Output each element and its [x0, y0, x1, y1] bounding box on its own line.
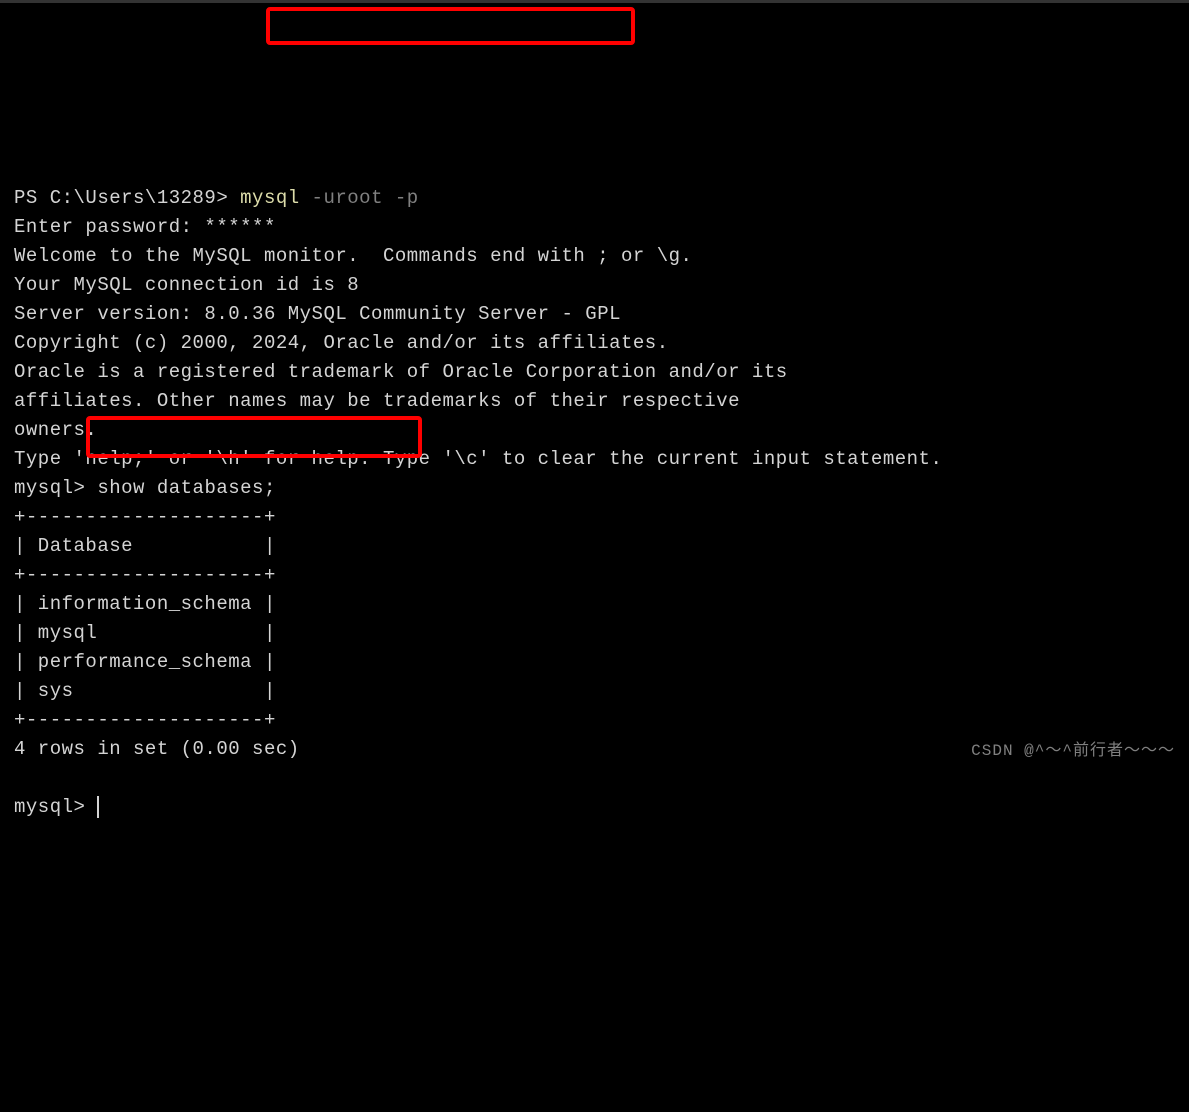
- table-border: +--------------------+: [14, 561, 1175, 590]
- ps-prompt: PS C:\Users\13289>: [14, 187, 240, 209]
- table-row: | sys |: [14, 677, 1175, 706]
- output-line: Oracle is a registered trademark of Orac…: [14, 358, 1175, 387]
- table-row: | performance_schema |: [14, 648, 1175, 677]
- output-line: Welcome to the MySQL monitor. Commands e…: [14, 242, 1175, 271]
- output-line: Server version: 8.0.36 MySQL Community S…: [14, 300, 1175, 329]
- output-line: Enter password: ******: [14, 213, 1175, 242]
- output-line: Your MySQL connection id is 8: [14, 271, 1175, 300]
- mysql-args: -uroot -p: [300, 187, 419, 209]
- mysql-command: mysql: [240, 187, 300, 209]
- table-border: +--------------------+: [14, 503, 1175, 532]
- output-line: affiliates. Other names may be trademark…: [14, 387, 1175, 416]
- show-databases-cmd: show databases;: [97, 477, 276, 499]
- blank-line: [14, 764, 1175, 793]
- table-header: | Database |: [14, 532, 1175, 561]
- table-border: +--------------------+: [14, 706, 1175, 735]
- table-row: | information_schema |: [14, 590, 1175, 619]
- output-line: Copyright (c) 2000, 2024, Oracle and/or …: [14, 329, 1175, 358]
- output-line: Type 'help;' or '\h' for help. Type '\c'…: [14, 445, 1175, 474]
- terminal-content[interactable]: PS C:\Users\13289> mysql -uroot -p Enter …: [14, 184, 1175, 822]
- window-border: [0, 0, 1189, 3]
- output-line: owners.: [14, 416, 1175, 445]
- mysql-prompt: mysql>: [14, 796, 97, 818]
- highlight-annotation-1: [266, 7, 635, 45]
- watermark: CSDN @^～^前行者～～～: [971, 737, 1175, 766]
- table-row: | mysql |: [14, 619, 1175, 648]
- mysql-prompt: mysql>: [14, 477, 97, 499]
- cursor: [97, 796, 99, 818]
